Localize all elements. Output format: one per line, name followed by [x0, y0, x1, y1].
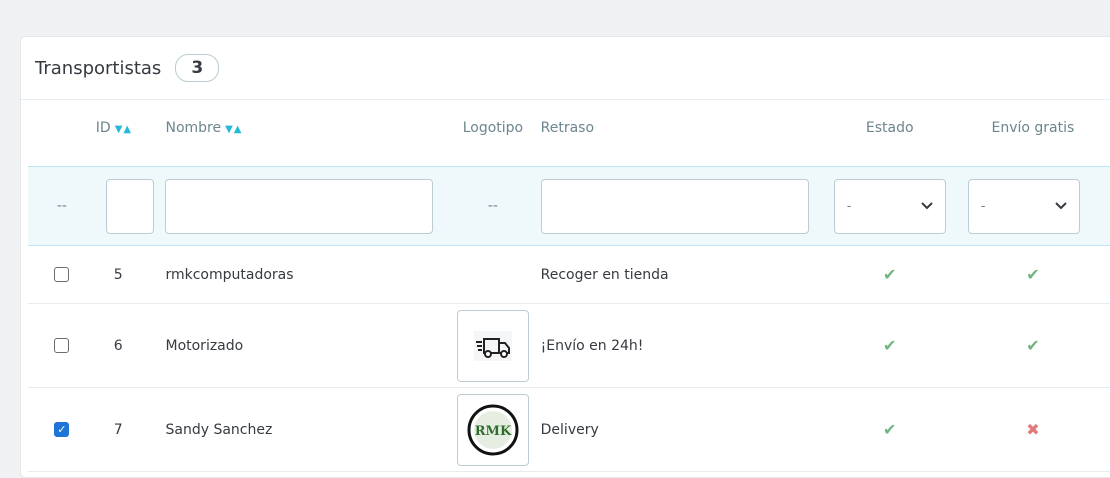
header-delay: Retraso: [541, 90, 824, 167]
header-logo: Logotipo: [445, 90, 540, 167]
delay-filter-input[interactable]: [540, 178, 809, 234]
chevron-down-icon: [1055, 202, 1067, 210]
chevron-down-icon: [921, 202, 933, 210]
free-filter-select[interactable]: -: [967, 178, 1080, 234]
row-delay: Recoger en tienda: [540, 266, 669, 283]
header-free-label: Envío gratis: [991, 120, 1075, 136]
table-row[interactable]: 5 rmkcomputadoras Recoger en tienda ✔ ✔: [28, 245, 1110, 304]
free-filter-value: -: [980, 198, 986, 214]
table-row[interactable]: 6 Motorizado ¡Envío en 24h! ✔ ✔: [28, 303, 1110, 388]
logo-filter-placeholder: --: [487, 198, 498, 214]
row-name: Sandy Sanchez: [165, 421, 273, 438]
carrier-logo: [456, 309, 529, 382]
check-icon[interactable]: ✔: [883, 265, 896, 284]
svg-text:RMK: RMK: [475, 424, 512, 439]
header-state: Estado: [824, 90, 956, 167]
check-icon[interactable]: ✔: [883, 336, 896, 355]
table-row[interactable]: ✓ 7 Sandy Sanchez RMK Delivery ✔ ✖: [28, 387, 1110, 472]
cross-icon[interactable]: ✖: [1026, 420, 1039, 439]
row-id: 6: [113, 337, 123, 354]
row-checkbox[interactable]: [54, 267, 70, 282]
state-filter-select[interactable]: -: [833, 178, 946, 234]
header-select: [28, 90, 96, 167]
check-icon[interactable]: ✔: [1026, 265, 1039, 284]
row-delay: Delivery: [540, 421, 599, 438]
state-filter-value: -: [846, 198, 852, 214]
sort-id-icon[interactable]: ▼▲: [115, 124, 132, 135]
carriers-table: ID ▼▲ Nombre ▼▲ Logotipo Retraso Estado En…: [28, 90, 1110, 472]
carrier-logo: RMK: [456, 393, 529, 466]
header-free: Envío gratis: [956, 90, 1110, 167]
row-id: 7: [113, 421, 123, 438]
table-header-row: ID ▼▲ Nombre ▼▲ Logotipo Retraso Estado En…: [28, 90, 1110, 167]
id-filter-input[interactable]: [105, 178, 154, 234]
row-name: rmkcomputadoras: [165, 266, 294, 283]
row-checkbox[interactable]: [54, 338, 70, 353]
filter-row: -- -- - -: [28, 166, 1110, 246]
sort-name-icon[interactable]: ▼▲: [225, 124, 242, 135]
name-filter-input[interactable]: [165, 178, 434, 234]
row-logo-empty: [445, 245, 541, 304]
row-id: 5: [113, 266, 123, 283]
row-checkbox-checked[interactable]: ✓: [54, 422, 70, 437]
header-id-label: ID: [95, 120, 111, 136]
check-icon[interactable]: ✔: [883, 420, 896, 439]
header-logo-label: Logotipo: [462, 120, 524, 136]
rmk-logo-icon: RMK: [467, 404, 519, 455]
check-filter-placeholder: --: [56, 198, 67, 214]
row-delay: ¡Envío en 24h!: [540, 337, 644, 354]
check-icon[interactable]: ✔: [1026, 336, 1039, 355]
header-state-label: Estado: [865, 120, 914, 136]
header-delay-label: Retraso: [540, 120, 595, 136]
header-name[interactable]: Nombre ▼▲: [165, 90, 445, 167]
header-name-label: Nombre: [165, 120, 222, 136]
header-id[interactable]: ID ▼▲: [96, 90, 166, 167]
count-badge: 3: [175, 54, 220, 82]
row-name: Motorizado: [165, 337, 244, 354]
delivery-truck-icon: [473, 330, 512, 361]
panel-title: Transportistas: [35, 57, 162, 79]
